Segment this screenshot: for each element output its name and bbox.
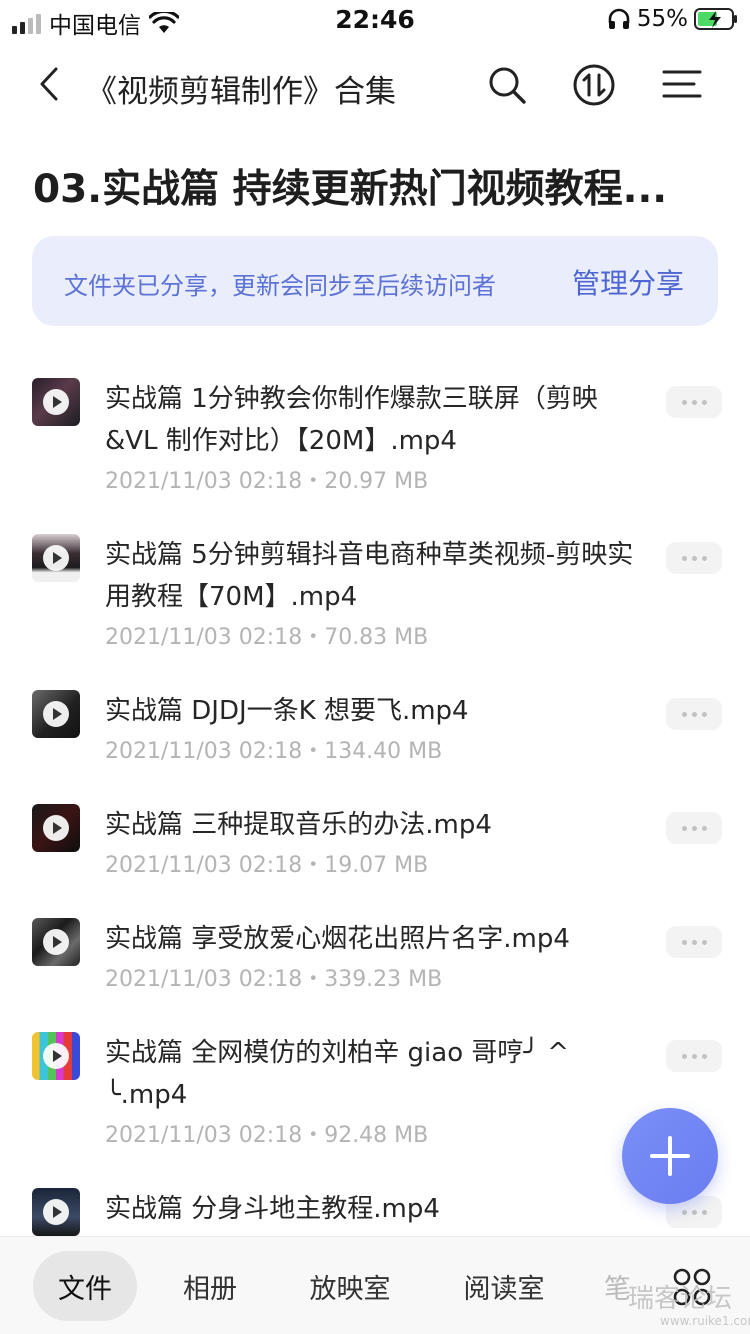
file-name: 实战篇 三种提取音乐的办法.mp4 — [105, 810, 492, 840]
more-options-button[interactable] — [666, 542, 722, 574]
video-thumbnail — [32, 378, 80, 426]
watermark: 瑞客论坛 — [628, 1284, 733, 1314]
battery-percent: 55% — [636, 6, 688, 32]
video-thumbnail — [32, 1032, 80, 1080]
file-name: 实战篇 享受放爱心烟花出照片名字.mp4 — [105, 924, 570, 954]
watermark-url: www.ruike1.com — [660, 1314, 750, 1328]
page-title: 《视频剪辑制作》合集 — [86, 74, 396, 110]
file-name: 实战篇 5分钟剪辑抖音电商种草类视频-剪映实用教程【70M】.mp4 — [105, 540, 634, 612]
file-meta: 2021/11/03 02:18・339.23 MB — [105, 967, 443, 992]
status-right: 55% — [607, 6, 738, 32]
tab-album[interactable]: 相册 — [166, 1251, 254, 1321]
share-banner: 文件夹已分享，更新会同步至后续访问者 管理分享 — [32, 236, 718, 326]
file-meta: 2021/11/03 02:18・19.07 MB — [105, 853, 429, 878]
file-meta: 2021/11/03 02:18・92.48 MB — [105, 1123, 429, 1148]
play-icon — [43, 1043, 69, 1069]
tab-screening-room[interactable]: 放映室 — [296, 1251, 404, 1321]
play-icon — [43, 545, 69, 571]
play-icon — [43, 389, 69, 415]
search-icon[interactable] — [484, 62, 530, 108]
manage-share-button[interactable]: 管理分享 — [572, 262, 684, 302]
video-thumbnail — [32, 690, 80, 738]
video-thumbnail — [32, 918, 80, 966]
headphone-icon — [608, 8, 630, 29]
file-name: 实战篇 全网模仿的刘柏辛 giao 哥哼╯ ^ ╰.mp4 — [105, 1038, 570, 1110]
folder-title: 03.实战篇 持续更新热门视频教程... — [33, 167, 668, 212]
tab-files[interactable]: 文件 — [33, 1251, 137, 1321]
more-options-button[interactable] — [666, 926, 722, 958]
menu-icon[interactable] — [658, 64, 706, 104]
file-meta: 2021/11/03 02:18・134.40 MB — [105, 739, 443, 764]
battery-charging-icon — [694, 8, 737, 30]
video-thumbnail — [32, 1188, 80, 1236]
play-icon — [43, 701, 69, 727]
play-icon — [43, 815, 69, 841]
sort-icon[interactable] — [571, 62, 617, 108]
back-icon[interactable] — [30, 64, 70, 104]
file-meta: 2021/11/03 02:18・20.97 MB — [105, 469, 429, 494]
file-name: 实战篇 1分钟教会你制作爆款三联屏（剪映&VL 制作对比）【20M】.mp4 — [105, 384, 598, 456]
more-options-button[interactable] — [666, 812, 722, 844]
file-meta: 2021/11/03 02:18・70.83 MB — [105, 625, 429, 650]
more-options-button[interactable] — [666, 698, 722, 730]
status-bar: 中国电信 22:46 55% — [0, 0, 750, 40]
video-thumbnail — [32, 534, 80, 582]
more-options-button[interactable] — [666, 1040, 722, 1072]
share-notice: 文件夹已分享，更新会同步至后续访问者 — [64, 272, 496, 300]
add-button[interactable] — [622, 1108, 718, 1204]
file-name: 实战篇 分身斗地主教程.mp4 — [105, 1194, 440, 1224]
video-thumbnail — [32, 804, 80, 852]
tab-reading-room[interactable]: 阅读室 — [450, 1251, 558, 1321]
file-name: 实战篇 DJDJ一条K 想要飞.mp4 — [105, 696, 469, 726]
nav-bar: 《视频剪辑制作》合集 — [0, 50, 750, 120]
play-icon — [43, 929, 69, 955]
more-options-button[interactable] — [666, 386, 722, 418]
play-icon — [43, 1199, 69, 1225]
